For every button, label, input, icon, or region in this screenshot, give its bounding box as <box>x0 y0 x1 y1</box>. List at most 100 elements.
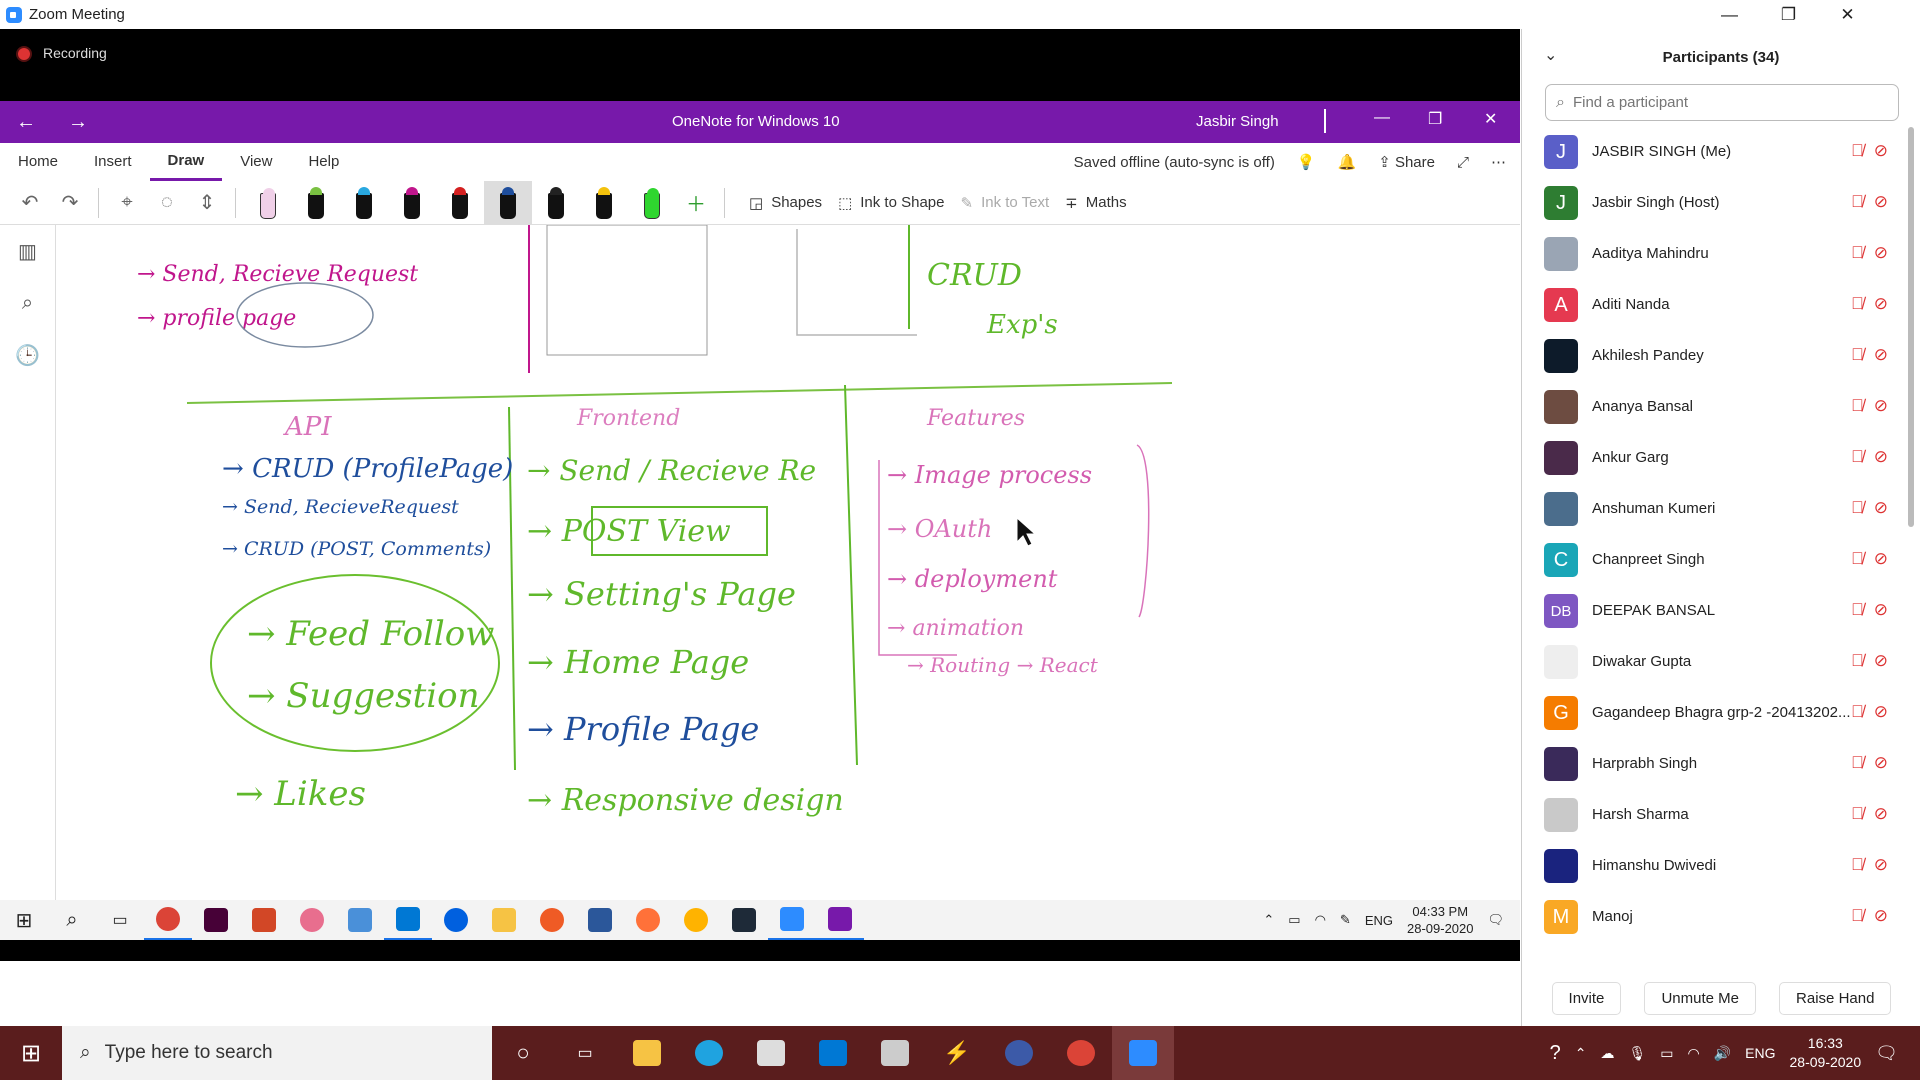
forward-arrow-icon[interactable]: → <box>52 111 104 134</box>
select-text-icon[interactable]: ⌖ <box>107 185 147 221</box>
store-icon[interactable] <box>740 1026 802 1080</box>
edge-icon[interactable] <box>678 1026 740 1080</box>
maths-button[interactable]: ∓ Maths <box>1065 194 1126 212</box>
pen-icon[interactable]: ✎ <box>1340 912 1351 928</box>
language-indicator[interactable]: ENG <box>1365 913 1393 928</box>
back-arrow-icon[interactable]: ← <box>0 111 52 134</box>
action-center-icon[interactable]: 🗨 <box>1875 1043 1898 1064</box>
pen-2-icon[interactable] <box>292 181 340 225</box>
wifi-icon[interactable]: ◠ <box>1315 912 1326 928</box>
pen-3-icon[interactable] <box>340 181 388 225</box>
participant-row[interactable]: J Jasbir Singh (Host) 🎙̸ ⊘ <box>1522 178 1902 229</box>
notification-icon[interactable]: 🗨 <box>1487 912 1504 928</box>
dropbox-icon[interactable] <box>864 1026 926 1080</box>
inner-clock[interactable]: 04:33 PM 28-09-2020 <box>1407 903 1474 937</box>
firefox-dev-icon[interactable] <box>432 900 480 940</box>
participant-row[interactable]: M Manoj 🎙̸ ⊘ <box>1522 892 1902 943</box>
participant-search-input[interactable] <box>1572 94 1873 111</box>
redo-icon[interactable]: ↷ <box>50 185 90 221</box>
pen-6-icon[interactable] <box>484 180 532 225</box>
onedrive-icon[interactable]: ☁ <box>1601 1045 1615 1062</box>
language-indicator[interactable]: ENG <box>1745 1045 1775 1061</box>
onenote-icon[interactable] <box>816 900 864 940</box>
participant-row[interactable]: Diwakar Gupta 🎙̸ ⊘ <box>1522 637 1902 688</box>
restore-icon[interactable]: ❐ <box>1759 0 1818 29</box>
app-icon[interactable] <box>336 900 384 940</box>
tab-view[interactable]: View <box>222 143 290 181</box>
invite-button[interactable]: Invite <box>1551 981 1622 1015</box>
word-icon[interactable] <box>576 900 624 940</box>
pen-4-icon[interactable] <box>388 181 436 225</box>
chrome-icon[interactable] <box>1050 1026 1112 1080</box>
app-icon[interactable]: ⚡ <box>926 1026 988 1080</box>
mail-icon[interactable] <box>802 1026 864 1080</box>
firefox-icon[interactable] <box>624 900 672 940</box>
share-button[interactable]: ⇪ Share <box>1378 153 1435 171</box>
battery-icon[interactable]: ▭ <box>1660 1045 1673 1062</box>
pen-5-icon[interactable] <box>436 181 484 225</box>
participant-row[interactable]: Aaditya Mahindru 🎙̸ ⊘ <box>1522 229 1902 280</box>
app2-icon[interactable] <box>672 900 720 940</box>
windows-clock[interactable]: 16:33 28-09-2020 <box>1790 1034 1862 1072</box>
search-icon[interactable]: ⌕ <box>0 277 55 329</box>
lasso-select-icon[interactable]: ◌ <box>147 185 187 221</box>
chevron-down-icon[interactable]: ⌄ <box>1544 45 1557 65</box>
participant-row[interactable]: C Chanpreet Singh 🎙̸ ⊘ <box>1522 535 1902 586</box>
participant-row[interactable]: Anshuman Kumeri 🎙̸ ⊘ <box>1522 484 1902 535</box>
explorer-icon[interactable] <box>480 900 528 940</box>
lightbulb-icon[interactable]: 💡 <box>1297 153 1316 171</box>
undo-icon[interactable]: ↶ <box>10 185 50 221</box>
windows-start-icon[interactable]: ⊞ <box>0 900 48 940</box>
bell-icon[interactable]: 🔔 <box>1338 153 1357 171</box>
participant-scrollbar[interactable] <box>1908 127 1914 527</box>
vscode-icon[interactable] <box>384 900 432 940</box>
note-canvas[interactable]: → Send, Recieve Request → profile page C… <box>57 225 1520 900</box>
tab-home[interactable]: Home <box>0 143 76 181</box>
tab-help[interactable]: Help <box>290 143 357 181</box>
add-space-icon[interactable]: ⇕ <box>187 185 227 221</box>
ink-to-shape-button[interactable]: ⬚ Ink to Shape <box>838 194 944 212</box>
unmute-me-button[interactable]: Unmute Me <box>1644 981 1756 1015</box>
zoom-icon[interactable] <box>768 900 816 940</box>
onenote-minimize-icon[interactable]: — <box>1374 109 1390 127</box>
cortana-icon[interactable]: ○ <box>492 1026 554 1080</box>
search-icon[interactable]: ⌕ <box>48 900 96 940</box>
recent-icon[interactable]: 🕒 <box>0 329 55 381</box>
participant-search[interactable]: ⌕ <box>1545 84 1899 121</box>
participant-row[interactable]: Harsh Sharma 🎙̸ ⊘ <box>1522 790 1902 841</box>
tray-up-icon[interactable]: ⌃ <box>1575 1045 1587 1062</box>
postman-icon[interactable] <box>528 900 576 940</box>
tab-insert[interactable]: Insert <box>76 143 150 181</box>
zoom-icon[interactable] <box>1112 1026 1174 1080</box>
minimize-icon[interactable]: — <box>1700 0 1759 29</box>
participant-row[interactable]: Ankur Garg 🎙̸ ⊘ <box>1522 433 1902 484</box>
help-icon[interactable]: ? <box>1550 1042 1561 1065</box>
participant-row[interactable]: J JASBIR SINGH (Me) 🎙̸ ⊘ <box>1522 127 1902 178</box>
onenote-restore-icon[interactable]: ❐ <box>1428 109 1442 129</box>
volume-icon[interactable]: 🔊 <box>1714 1045 1731 1062</box>
windows-search-box[interactable]: ⌕ Type here to search <box>62 1026 492 1080</box>
participant-row[interactable]: A Aditi Nanda 🎙̸ ⊘ <box>1522 280 1902 331</box>
shapes-button[interactable]: ◲ Shapes <box>749 194 822 212</box>
snip-icon[interactable] <box>288 900 336 940</box>
participant-row[interactable]: Ananya Bansal 🎙̸ ⊘ <box>1522 382 1902 433</box>
chrome-icon[interactable] <box>144 900 192 940</box>
windows-start-icon[interactable]: ⊞ <box>0 1026 62 1080</box>
battery-icon[interactable]: ▭ <box>1288 912 1300 928</box>
pen-1-icon[interactable] <box>244 181 292 225</box>
file-explorer-icon[interactable] <box>616 1026 678 1080</box>
pen-9-icon[interactable] <box>628 181 676 225</box>
notebooks-icon[interactable]: ▥ <box>0 225 55 277</box>
fullscreen-icon[interactable]: ⤢ <box>1457 154 1469 171</box>
pen-7-icon[interactable] <box>532 181 580 225</box>
participant-row[interactable]: Harprabh Singh 🎙̸ ⊘ <box>1522 739 1902 790</box>
onenote-user[interactable]: Jasbir Singh <box>1196 113 1279 130</box>
adobe-xd-icon[interactable] <box>192 900 240 940</box>
task-view-icon[interactable]: ▭ <box>554 1026 616 1080</box>
task-view-icon[interactable]: ▭ <box>96 900 144 940</box>
onenote-close-icon[interactable]: ✕ <box>1484 109 1497 129</box>
close-icon[interactable]: ✕ <box>1818 0 1877 29</box>
powerpoint-icon[interactable] <box>240 900 288 940</box>
add-pen-icon[interactable]: ＋ <box>676 185 716 221</box>
tab-draw[interactable]: Draw <box>149 143 223 181</box>
